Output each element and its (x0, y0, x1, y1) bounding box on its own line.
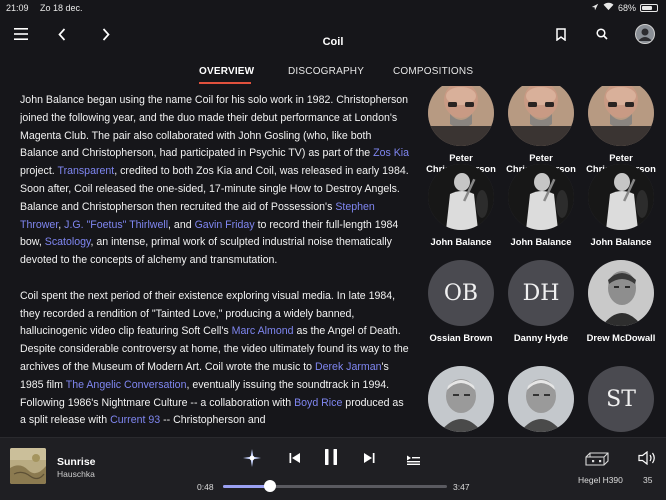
wifi-icon (603, 2, 614, 13)
member-avatar (428, 366, 494, 432)
member-initials: OB (443, 280, 479, 306)
player-bar: Sunrise Hauschka 0:48 3:47 Hegel H390 35 (0, 437, 666, 500)
total-time: 3:47 (453, 482, 470, 492)
member-avatar (428, 164, 494, 230)
album-cover[interactable] (10, 448, 46, 484)
output-device-name[interactable]: Hegel H390 (578, 475, 623, 485)
status-bar: 21:09 Zo 18 dec. 68% (0, 0, 666, 16)
bio-paragraph-2: Coil spent the next period of their exis… (20, 288, 412, 430)
member-card[interactable]: John Balance (502, 164, 580, 247)
location-icon (591, 3, 599, 13)
bio-link[interactable]: Boyd Rice (294, 397, 342, 409)
member-card[interactable]: Peter Christopherson (502, 86, 580, 174)
member-card[interactable]: Peter Christopherson (422, 86, 500, 174)
progress-bar[interactable] (223, 485, 447, 488)
member-card[interactable]: DH Danny Hyde (502, 260, 580, 343)
member-name: John Balance (590, 236, 652, 247)
status-date: Zo 18 dec. (40, 3, 83, 13)
member-card[interactable]: Peter Christopherson (582, 86, 660, 174)
progress-handle[interactable] (264, 480, 277, 492)
top-nav: Coil (0, 18, 666, 62)
member-avatar (588, 164, 654, 230)
next-track-icon[interactable] (363, 451, 375, 469)
section-tabs: OVERVIEW DISCOGRAPHY COMPOSITIONS (0, 62, 666, 86)
bio-link[interactable]: Gavin Friday (195, 219, 255, 231)
member-initials: DH (522, 280, 560, 306)
member-avatar (588, 86, 654, 146)
track-title[interactable]: Sunrise (57, 456, 96, 468)
battery-icon (640, 3, 658, 12)
member-avatar: ST (588, 366, 654, 432)
active-tab-indicator (199, 82, 251, 84)
bio-text: -- Christopherson and (160, 414, 266, 427)
bio-text: project. (20, 165, 58, 178)
member-avatar: OB (428, 260, 494, 326)
member-avatar (588, 260, 654, 326)
member-card[interactable]: John Balance (582, 164, 660, 247)
members-grid: Peter ChristophersonPeter Christopherson… (418, 86, 666, 432)
status-right: 68% (591, 2, 658, 13)
profile-avatar[interactable] (632, 21, 658, 47)
member-initials: ST (606, 386, 636, 412)
elapsed-time: 0:48 (197, 482, 214, 492)
biography-text: John Balance began using the name Coil f… (20, 92, 412, 432)
bio-text: John Balance began using the name Coil f… (20, 94, 409, 160)
radio-sparkle-icon[interactable] (243, 449, 261, 472)
bio-link[interactable]: Current 93 (110, 414, 160, 426)
member-avatar: DH (508, 260, 574, 326)
bio-text: , and (168, 218, 195, 231)
bio-link[interactable]: The Angelic Conversation (66, 379, 187, 391)
member-name: John Balance (510, 236, 572, 247)
status-time: 21:09 (6, 3, 29, 13)
tab-overview[interactable]: OVERVIEW (199, 66, 254, 77)
bio-link[interactable]: Zos Kia (373, 147, 409, 159)
amplifier-device-icon[interactable] (585, 452, 609, 471)
battery-percent: 68% (617, 2, 636, 13)
member-card[interactable]: Drew McDowall (582, 260, 660, 343)
member-name: John Balance (430, 236, 492, 247)
pause-icon[interactable] (324, 449, 338, 470)
bio-link[interactable]: J.G. "Foetus" Thirlwell (64, 219, 168, 231)
member-avatar (508, 164, 574, 230)
bio-link[interactable]: Scatology (45, 236, 91, 248)
volume-icon[interactable] (638, 450, 658, 470)
member-card[interactable]: John Balance (422, 164, 500, 247)
member-avatar (428, 86, 494, 146)
progress-fill (223, 485, 271, 488)
bio-link[interactable]: Marc Almond (232, 325, 294, 337)
member-name: Danny Hyde (513, 332, 569, 343)
bio-paragraph-1: John Balance began using the name Coil f… (20, 92, 412, 270)
member-card[interactable] (422, 366, 500, 432)
member-card[interactable]: OB Ossian Brown (422, 260, 500, 343)
tab-compositions[interactable]: COMPOSITIONS (393, 66, 473, 77)
member-name: Ossian Brown (429, 332, 493, 343)
queue-icon[interactable] (407, 452, 420, 470)
tab-discography[interactable]: DISCOGRAPHY (288, 66, 364, 77)
bio-link[interactable]: Derek Jarman (315, 361, 382, 373)
member-card[interactable]: ST (582, 366, 660, 432)
member-card[interactable] (502, 366, 580, 432)
member-name: Drew McDowall (586, 332, 656, 343)
previous-track-icon[interactable] (289, 451, 301, 469)
member-avatar (508, 86, 574, 146)
bookmark-icon[interactable] (549, 22, 573, 46)
track-artist[interactable]: Hauschka (57, 469, 95, 479)
battery-fill (642, 5, 652, 10)
bio-link[interactable]: Transparent (58, 165, 115, 177)
member-avatar (508, 366, 574, 432)
search-icon[interactable] (590, 22, 614, 46)
volume-level: 35 (643, 475, 653, 485)
